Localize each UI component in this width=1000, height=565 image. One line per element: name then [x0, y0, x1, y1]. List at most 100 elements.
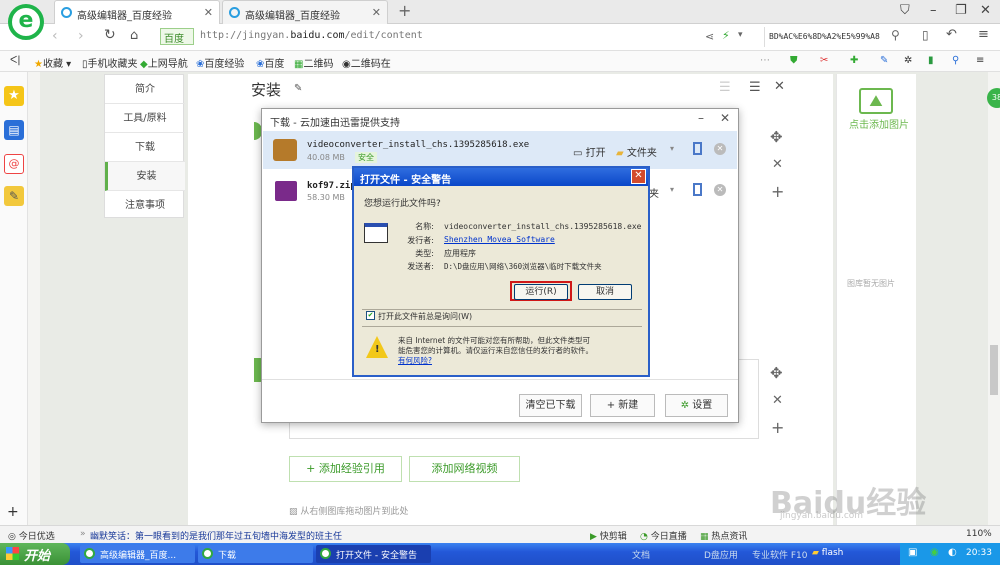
site-badge[interactable]: 百度 [160, 28, 194, 45]
book-icon[interactable]: ▮ [928, 55, 934, 66]
network-icon[interactable]: ▣ [908, 547, 917, 558]
tab-editor-2[interactable]: 高级编辑器_百度经验 ✕ [222, 0, 388, 24]
phone-icon[interactable]: ▯ [922, 28, 929, 42]
bookmark-mobile[interactable]: ▯手机收藏夹 [82, 55, 138, 70]
ask-checkbox-label[interactable]: 打开此文件前总是询问(W) [378, 311, 472, 322]
open-button[interactable]: ▭ 打开 [573, 144, 606, 159]
toolbar-pro-software[interactable]: 专业软件 F10 [752, 548, 808, 561]
add-step-icon[interactable]: + [771, 418, 784, 437]
remove-icon[interactable]: ✕ [714, 143, 726, 155]
today-pick[interactable]: ◎ 今日优选 [8, 529, 55, 542]
list-icon[interactable]: ▤ [4, 120, 24, 140]
zoom-level[interactable]: 110% [966, 529, 992, 539]
add-step-icon[interactable]: + [771, 182, 784, 201]
back-icon[interactable]: ‹ [52, 28, 58, 44]
nav-item-notes[interactable]: 注意事项 [105, 191, 185, 220]
puzzle-icon[interactable]: ✚ [850, 55, 858, 66]
scrollbar-thumb[interactable] [990, 345, 998, 395]
lightning-icon[interactable]: ⚡ [722, 29, 730, 42]
nav-item-tools[interactable]: 工具/原料 [105, 104, 185, 133]
bookmark-nav[interactable]: ◆上网导航 [140, 55, 188, 70]
delete-icon[interactable]: ✕ [772, 393, 783, 408]
pen-icon[interactable]: ✎ [880, 55, 888, 66]
task-editor[interactable]: 高级编辑器_百度... [80, 545, 195, 563]
toolbar-docs[interactable]: 文档 [632, 548, 650, 561]
nav-item-install[interactable]: 安装 [105, 162, 185, 191]
scissors-icon[interactable]: ✂ [820, 55, 828, 66]
dropdown-icon[interactable]: ▾ [670, 144, 674, 153]
new-download-button[interactable]: + 新建 [590, 394, 655, 417]
nav-item-download[interactable]: 下载 [105, 133, 185, 162]
minimize-icon[interactable]: – [698, 111, 704, 125]
publisher-link[interactable]: Shenzhen Movea Software [444, 235, 555, 244]
tab-close-icon[interactable]: ✕ [372, 6, 381, 19]
add-icon[interactable]: + [7, 504, 19, 520]
delete-icon[interactable]: ✕ [772, 157, 783, 172]
run-button[interactable]: 运行(R) [514, 284, 568, 300]
speed-ball-icon[interactable]: 38 [987, 88, 1000, 108]
url-input[interactable]: http://jingyan.baidu.com/edit/content [200, 30, 423, 41]
download-item[interactable]: videoconverter_install_chs.1395285618.ex… [263, 131, 737, 169]
more-icon[interactable]: ≡ [976, 55, 984, 66]
minimize-icon[interactable]: – [930, 3, 937, 18]
edit-pencil-icon[interactable]: ✎ [294, 83, 302, 94]
risk-link[interactable]: 有何风险? [398, 355, 432, 366]
gear-icon[interactable]: ✲ [904, 55, 912, 66]
sidebar-toggle-icon[interactable]: ᐸ| [10, 55, 21, 66]
tab-editor-1[interactable]: 高级编辑器_百度经验 ✕ [54, 0, 220, 25]
nav-item-intro[interactable]: 简介 [105, 75, 185, 104]
bookmark-qrcode-2[interactable]: ◉二维码在 [342, 55, 391, 70]
close-icon[interactable]: ✕ [774, 79, 785, 94]
bookmark-qrcode[interactable]: ▦二维码 [294, 55, 333, 70]
move-icon[interactable]: ✥ [770, 128, 783, 146]
search-input[interactable]: BD%AC%E6%8D%A2%E5%99%A8 [764, 27, 889, 47]
list-icon[interactable]: ☰ [719, 80, 731, 95]
cancel-button[interactable]: 取消 [578, 284, 632, 300]
reload-icon[interactable]: ↻ [104, 27, 116, 43]
undo-icon[interactable]: ↶ [946, 27, 957, 42]
folder-label[interactable]: 夹 [649, 185, 659, 200]
volume-icon[interactable]: ◐ [948, 547, 957, 558]
browser-logo-icon[interactable]: e [8, 4, 44, 40]
phone-icon[interactable] [693, 183, 702, 196]
task-security-warning[interactable]: 打开文件 - 安全警告 [316, 545, 431, 563]
add-video-button[interactable]: 添加网络视频 [409, 456, 520, 482]
quick-edit[interactable]: ▶ 快剪辑 [590, 529, 627, 542]
clock[interactable]: 20:33 [966, 548, 992, 558]
note-icon[interactable]: ✎ [4, 186, 24, 206]
zoom-icon[interactable]: ⚲ [952, 55, 959, 66]
star-icon[interactable]: ★ [4, 86, 24, 106]
remove-icon[interactable]: ✕ [714, 184, 726, 196]
phone-icon[interactable] [693, 142, 702, 155]
bookmark-baidu[interactable]: ❀百度 [256, 55, 284, 70]
toolbar-flash[interactable]: ▰ flash [812, 548, 843, 558]
dropdown-icon[interactable]: ▾ [670, 185, 674, 194]
folder-button[interactable]: ▰ 文件夹 [616, 144, 657, 159]
shield-icon[interactable]: ⛊ [790, 55, 798, 66]
close-icon[interactable]: ✕ [631, 169, 646, 184]
shirt-icon[interactable]: ⛉ [900, 3, 910, 18]
add-image-button[interactable]: 点击添加图片 [849, 116, 909, 131]
ask-checkbox[interactable]: ✔ [366, 311, 375, 320]
add-image-icon[interactable]: ⛰ [859, 88, 893, 114]
news-ticker[interactable]: 幽默笑话：第一眼看到的是我们那年过五旬墙中海发型的班主任 [90, 529, 342, 542]
share-icon[interactable]: ⋖ [705, 30, 714, 43]
today-live[interactable]: ◔ 今日直播 [640, 529, 687, 542]
email-icon[interactable]: @ [4, 154, 24, 174]
list-icon[interactable]: ☰ [749, 80, 761, 95]
clear-downloaded-button[interactable]: 清空已下载 [519, 394, 582, 417]
restore-icon[interactable]: ❐ [955, 3, 967, 18]
start-button[interactable]: 开始 [0, 543, 70, 565]
bookmark-favorites[interactable]: ★收藏 ▾ [34, 55, 71, 70]
dropdown-icon[interactable]: ▾ [738, 30, 743, 40]
menu-icon[interactable]: ≡ [978, 27, 989, 42]
forward-icon[interactable]: › [78, 28, 84, 44]
search-icon[interactable]: ⚲ [891, 28, 900, 42]
move-icon[interactable]: ✥ [770, 364, 783, 382]
home-icon[interactable]: ⌂ [130, 28, 138, 43]
hot-news[interactable]: ▦ 热点资讯 [700, 529, 747, 542]
close-icon[interactable]: ✕ [720, 111, 730, 125]
settings-button[interactable]: ✲ 设置 [665, 394, 728, 417]
add-citation-button[interactable]: + 添加经验引用 [289, 456, 402, 482]
dots-icon[interactable]: ⋯ [760, 55, 770, 66]
